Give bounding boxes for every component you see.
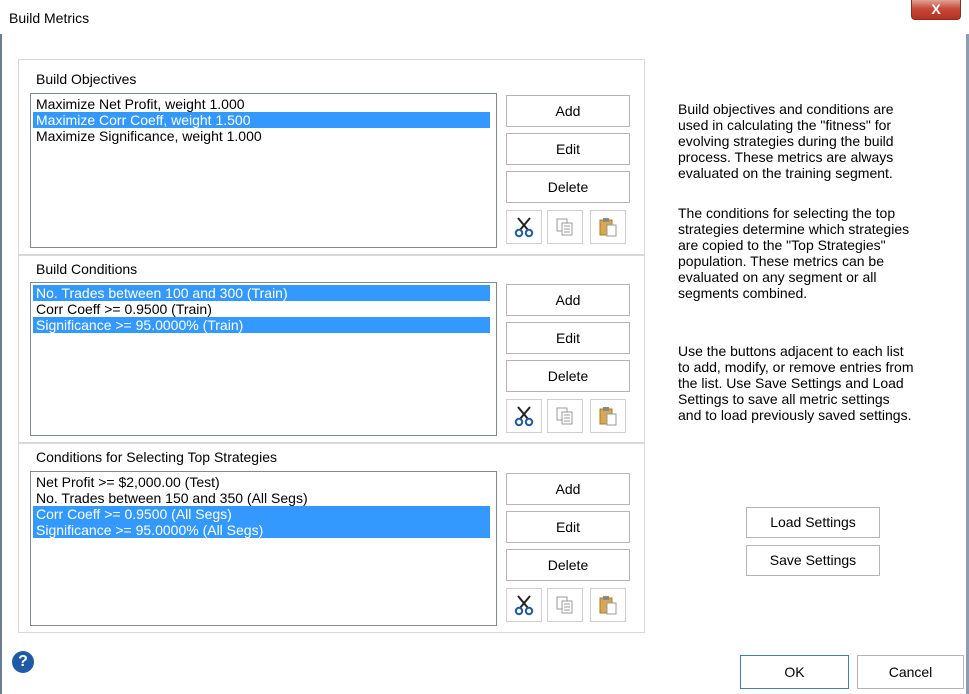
top-cut-button[interactable] <box>506 588 542 622</box>
help-line: population. These metrics can be <box>678 253 884 269</box>
help-line: are copied to the "Top Strategies" <box>678 237 886 253</box>
help-icon[interactable]: ? <box>12 651 34 673</box>
top-copy-button[interactable] <box>547 588 583 622</box>
top-paste-button[interactable] <box>590 588 626 622</box>
help-line: the list. Use Save Settings and Load <box>678 375 904 391</box>
conditions-label: Build Conditions <box>36 261 138 277</box>
objectives-delete-button[interactable]: Delete <box>506 171 630 203</box>
help-line: used in calculating the "fitness" for <box>678 117 892 133</box>
conditions-cut-button[interactable] <box>506 399 542 433</box>
list-item[interactable]: Net Profit >= $2,000.00 (Test) <box>33 474 490 490</box>
top-strategies-label: Conditions for Selecting Top Strategies <box>36 449 277 465</box>
top-strategies-list[interactable]: Net Profit >= $2,000.00 (Test) No. Trade… <box>30 471 497 626</box>
help-line: Build objectives and conditions are <box>678 101 894 117</box>
copy-icon <box>556 596 573 614</box>
list-item[interactable]: No. Trades between 100 and 300 (Train) <box>33 285 490 301</box>
paste-icon <box>599 218 617 237</box>
list-item[interactable]: Maximize Corr Coeff, weight 1.500 <box>33 112 490 128</box>
ok-button[interactable]: OK <box>740 655 849 689</box>
objectives-paste-button[interactable] <box>590 210 626 244</box>
paste-icon <box>599 407 617 426</box>
paste-icon <box>599 596 617 615</box>
help-line: and to load previously saved settings. <box>678 407 912 423</box>
conditions-list[interactable]: No. Trades between 100 and 300 (Train) C… <box>30 282 497 436</box>
help-line: strategies determine which strategies <box>678 221 910 237</box>
conditions-copy-button[interactable] <box>547 399 583 433</box>
list-item[interactable]: Significance >= 95.0000% (Train) <box>33 317 490 333</box>
load-settings-button[interactable]: Load Settings <box>746 507 880 538</box>
conditions-edit-button[interactable]: Edit <box>506 322 630 354</box>
objectives-copy-button[interactable] <box>547 210 583 244</box>
help-paragraph-conditions: The conditions for selecting the top str… <box>678 205 958 301</box>
help-line: Use the buttons adjacent to each list <box>678 343 904 359</box>
objectives-edit-button[interactable]: Edit <box>506 133 630 165</box>
list-item[interactable]: Corr Coeff >= 0.9500 (Train) <box>33 301 490 317</box>
conditions-add-button[interactable]: Add <box>506 284 630 316</box>
help-paragraph-objectives: Build objectives and conditions are used… <box>678 101 958 181</box>
conditions-delete-button[interactable]: Delete <box>506 360 630 392</box>
help-line: The conditions for selecting the top <box>678 205 896 221</box>
window-title: Build Metrics <box>9 10 90 26</box>
copy-icon <box>556 218 573 236</box>
list-item[interactable]: Maximize Net Profit, weight 1.000 <box>33 96 490 112</box>
list-item[interactable]: Maximize Significance, weight 1.000 <box>33 128 490 144</box>
conditions-paste-button[interactable] <box>590 399 626 433</box>
top-edit-button[interactable]: Edit <box>506 511 630 543</box>
help-line: evaluated on the training segment. <box>678 165 893 181</box>
list-item[interactable]: Corr Coeff >= 0.9500 (All Segs) <box>33 506 490 522</box>
title-bar: Build Metrics X <box>0 0 969 34</box>
cut-icon <box>514 595 534 616</box>
objectives-add-button[interactable]: Add <box>506 95 630 127</box>
close-button[interactable]: X <box>911 0 961 20</box>
cut-icon <box>514 406 534 427</box>
help-paragraph-buttons: Use the buttons adjacent to each list to… <box>678 343 958 423</box>
help-line: Settings to save all metric settings <box>678 391 890 407</box>
help-line: evaluated on any segment or all <box>678 269 877 285</box>
list-item[interactable]: Significance >= 95.0000% (All Segs) <box>33 522 490 538</box>
objectives-label: Build Objectives <box>36 71 137 87</box>
top-delete-button[interactable]: Delete <box>506 549 630 581</box>
help-line: to add, modify, or remove entries from <box>678 359 914 375</box>
objectives-list[interactable]: Maximize Net Profit, weight 1.000 Maximi… <box>30 93 497 248</box>
help-line: segments combined. <box>678 285 808 301</box>
help-line: evolving strategies during the build <box>678 133 894 149</box>
save-settings-button[interactable]: Save Settings <box>746 545 880 576</box>
list-item[interactable]: No. Trades between 150 and 350 (All Segs… <box>33 490 490 506</box>
cut-icon <box>514 217 534 238</box>
top-add-button[interactable]: Add <box>506 473 630 505</box>
objectives-cut-button[interactable] <box>506 210 542 244</box>
copy-icon <box>556 407 573 425</box>
help-line: process. These metrics are always <box>678 149 894 165</box>
cancel-button[interactable]: Cancel <box>857 655 964 689</box>
